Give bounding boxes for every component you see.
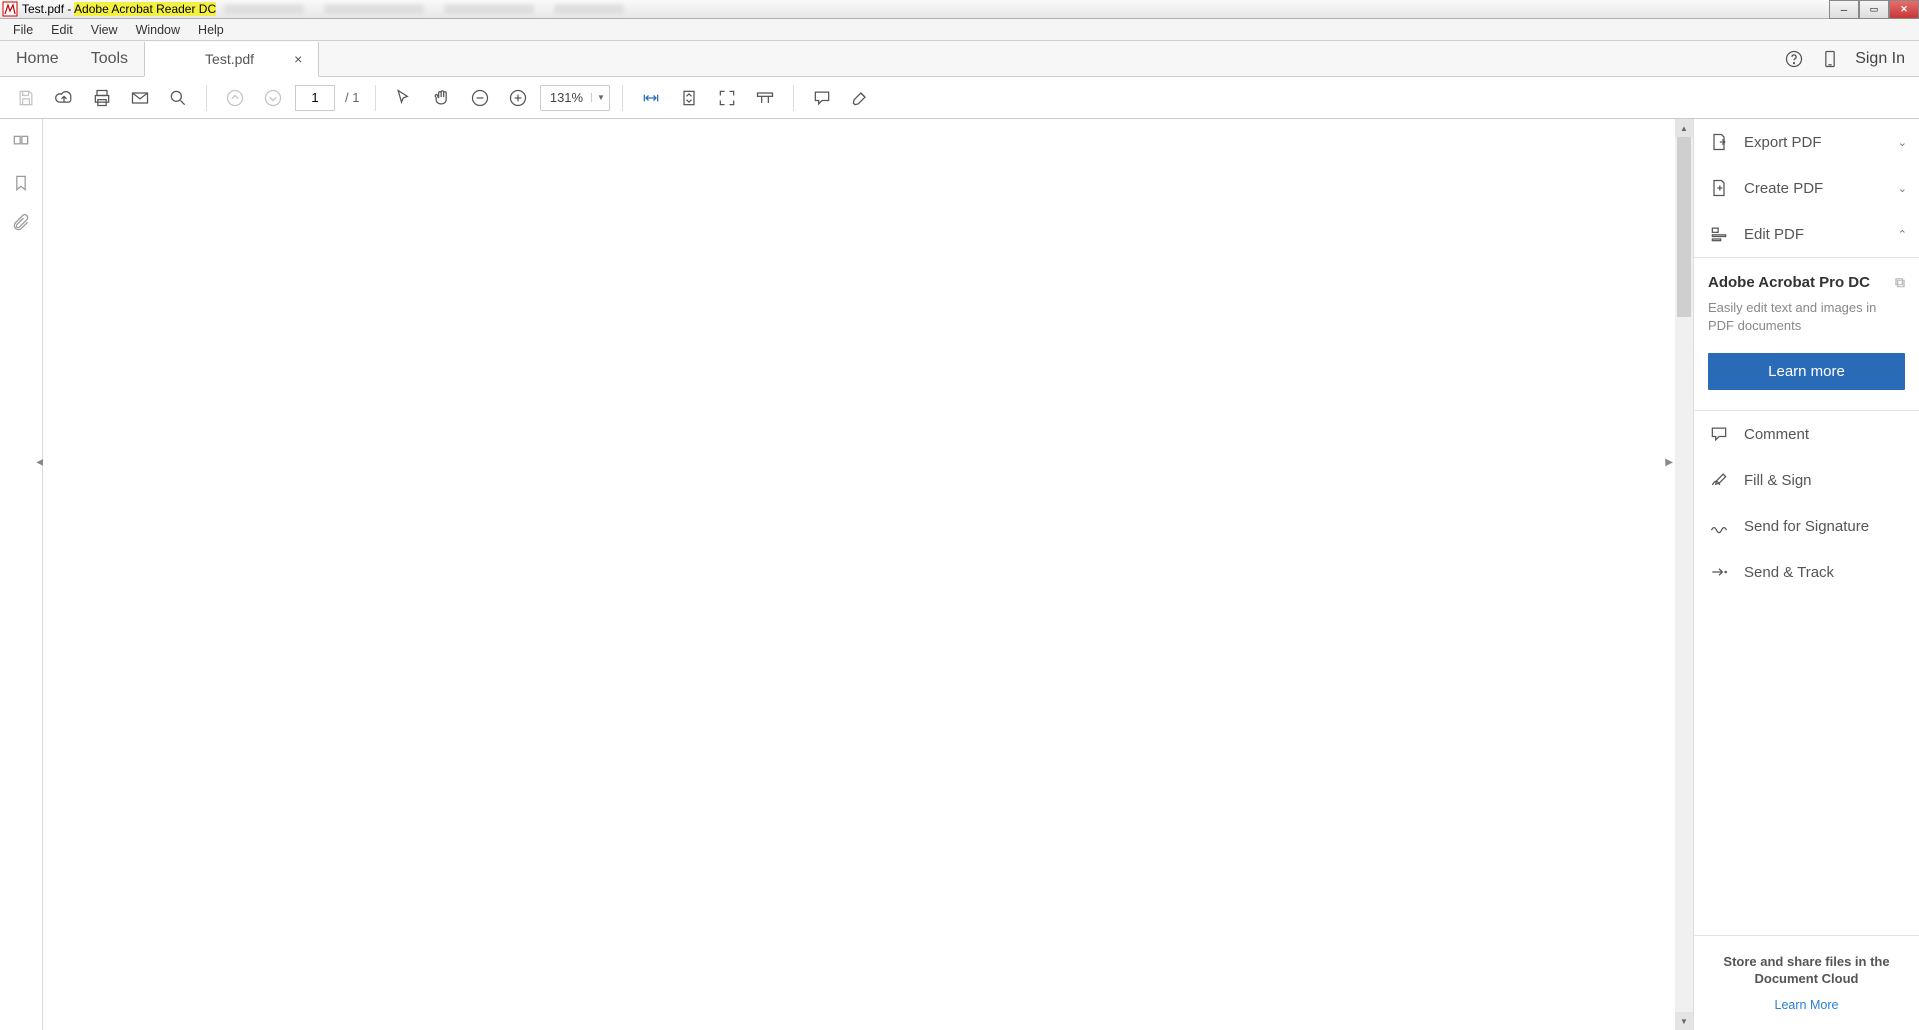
separator [206, 85, 207, 111]
scrollbar-thumb[interactable] [1677, 137, 1691, 317]
hand-tool-icon[interactable] [426, 82, 458, 114]
edit-pdf-icon [1708, 223, 1730, 245]
edit-pdf-tool[interactable]: Edit PDF ⌃ [1694, 211, 1919, 257]
separator [375, 85, 376, 111]
read-mode-icon[interactable] [749, 82, 781, 114]
tab-home[interactable]: Home [0, 41, 75, 76]
comment-tool-icon [1708, 423, 1730, 445]
copy-icon[interactable]: ⧉ [1895, 274, 1905, 291]
sign-in-link[interactable]: Sign In [1855, 50, 1905, 68]
selection-tool-icon[interactable] [388, 82, 420, 114]
maximize-button[interactable]: ▭ [1859, 0, 1889, 19]
zoom-value: 131% [541, 90, 591, 105]
send-signature-icon [1708, 515, 1730, 537]
highlight-icon[interactable] [844, 82, 876, 114]
main-area: ◀ ▲ ▼ ▶ Export PDF ⌄ Create PDF ⌄ Edit P… [0, 119, 1919, 1030]
tab-tools[interactable]: Tools [75, 41, 144, 76]
export-pdf-tool[interactable]: Export PDF ⌄ [1694, 119, 1919, 165]
cloud-upload-icon[interactable] [48, 82, 80, 114]
search-icon[interactable] [162, 82, 194, 114]
menu-window[interactable]: Window [127, 21, 189, 39]
minimize-button[interactable]: ─ [1829, 0, 1859, 19]
edit-section-desc: Easily edit text and images in PDF docum… [1708, 299, 1905, 335]
header-tabs: Home Tools Test.pdf × Sign In [0, 41, 1919, 77]
email-icon[interactable] [124, 82, 156, 114]
comment-label: Comment [1744, 426, 1809, 443]
close-button[interactable]: ✕ [1889, 0, 1919, 19]
fill-sign-icon [1708, 469, 1730, 491]
create-pdf-label: Create PDF [1744, 180, 1823, 197]
right-panel: Export PDF ⌄ Create PDF ⌄ Edit PDF ⌃ Ado… [1693, 119, 1919, 1030]
save-icon [10, 82, 42, 114]
chevron-down-icon: ⌄ [1898, 182, 1907, 195]
page-number-input[interactable] [295, 85, 335, 111]
fullscreen-icon[interactable] [711, 82, 743, 114]
edit-pdf-label: Edit PDF [1744, 226, 1804, 243]
send-track-label: Send & Track [1744, 564, 1834, 581]
right-rail-expand-icon[interactable]: ▶ [1665, 457, 1673, 468]
chevron-up-icon: ⌃ [1898, 228, 1907, 241]
separator [622, 85, 623, 111]
menu-edit[interactable]: Edit [42, 21, 82, 39]
send-track-tool[interactable]: Send & Track [1694, 549, 1919, 595]
send-signature-label: Send for Signature [1744, 518, 1869, 535]
fit-page-icon[interactable] [673, 82, 705, 114]
mobile-icon[interactable] [1819, 48, 1841, 70]
document-viewer[interactable]: ▲ ▼ ▶ [43, 119, 1693, 1030]
zoom-combo[interactable]: 131% ▼ [540, 85, 610, 111]
bookmark-icon[interactable] [9, 171, 33, 195]
export-pdf-label: Export PDF [1744, 134, 1822, 151]
document-tab-label: Test.pdf [205, 51, 254, 67]
toolbar: / 1 131% ▼ [0, 77, 1919, 119]
edit-section-title: Adobe Acrobat Pro DC [1708, 274, 1870, 291]
create-pdf-icon [1708, 177, 1730, 199]
cloud-title: Store and share files in the Document Cl… [1708, 954, 1905, 988]
scroll-down-icon[interactable]: ▼ [1675, 1012, 1693, 1030]
scroll-up-icon[interactable]: ▲ [1675, 119, 1693, 137]
page-total-label: / 1 [345, 90, 359, 105]
zoom-dropdown-icon[interactable]: ▼ [591, 93, 609, 102]
cloud-section: Store and share files in the Document Cl… [1694, 935, 1919, 1030]
create-pdf-tool[interactable]: Create PDF ⌄ [1694, 165, 1919, 211]
thumbnails-icon[interactable] [9, 131, 33, 155]
menu-view[interactable]: View [82, 21, 127, 39]
app-icon [2, 1, 18, 17]
window-titlebar: Test.pdf - Adobe Acrobat Reader DC ─ ▭ ✕ [0, 0, 1919, 19]
fill-sign-label: Fill & Sign [1744, 472, 1812, 489]
left-rail: ◀ [0, 119, 43, 1030]
title-appname: Adobe Acrobat Reader DC [74, 2, 216, 16]
menu-help[interactable]: Help [189, 21, 233, 39]
send-track-icon [1708, 561, 1730, 583]
send-signature-tool[interactable]: Send for Signature [1694, 503, 1919, 549]
document-tab-close-icon[interactable]: × [294, 51, 302, 67]
page-down-icon [257, 82, 289, 114]
document-tab[interactable]: Test.pdf × [144, 42, 319, 77]
chevron-down-icon: ⌄ [1898, 136, 1907, 149]
separator [793, 85, 794, 111]
fill-sign-tool[interactable]: Fill & Sign [1694, 457, 1919, 503]
comment-tool[interactable]: Comment [1694, 411, 1919, 457]
zoom-out-icon[interactable] [464, 82, 496, 114]
zoom-in-icon[interactable] [502, 82, 534, 114]
comment-icon[interactable] [806, 82, 838, 114]
menu-bar: File Edit View Window Help [0, 19, 1919, 41]
cloud-learn-more-link[interactable]: Learn More [1708, 998, 1905, 1012]
edit-pdf-section: Adobe Acrobat Pro DC ⧉ Easily edit text … [1694, 257, 1919, 411]
menu-file[interactable]: File [4, 21, 42, 39]
print-icon[interactable] [86, 82, 118, 114]
export-pdf-icon [1708, 131, 1730, 153]
taskbar-blur [224, 3, 1919, 15]
fit-width-icon[interactable] [635, 82, 667, 114]
attachment-icon[interactable] [9, 211, 33, 235]
title-filename: Test.pdf - Adobe Acrobat Reader DC [22, 2, 216, 16]
learn-more-button[interactable]: Learn more [1708, 353, 1905, 390]
help-icon[interactable] [1783, 48, 1805, 70]
vertical-scrollbar[interactable]: ▲ ▼ [1675, 119, 1693, 1030]
page-up-icon [219, 82, 251, 114]
